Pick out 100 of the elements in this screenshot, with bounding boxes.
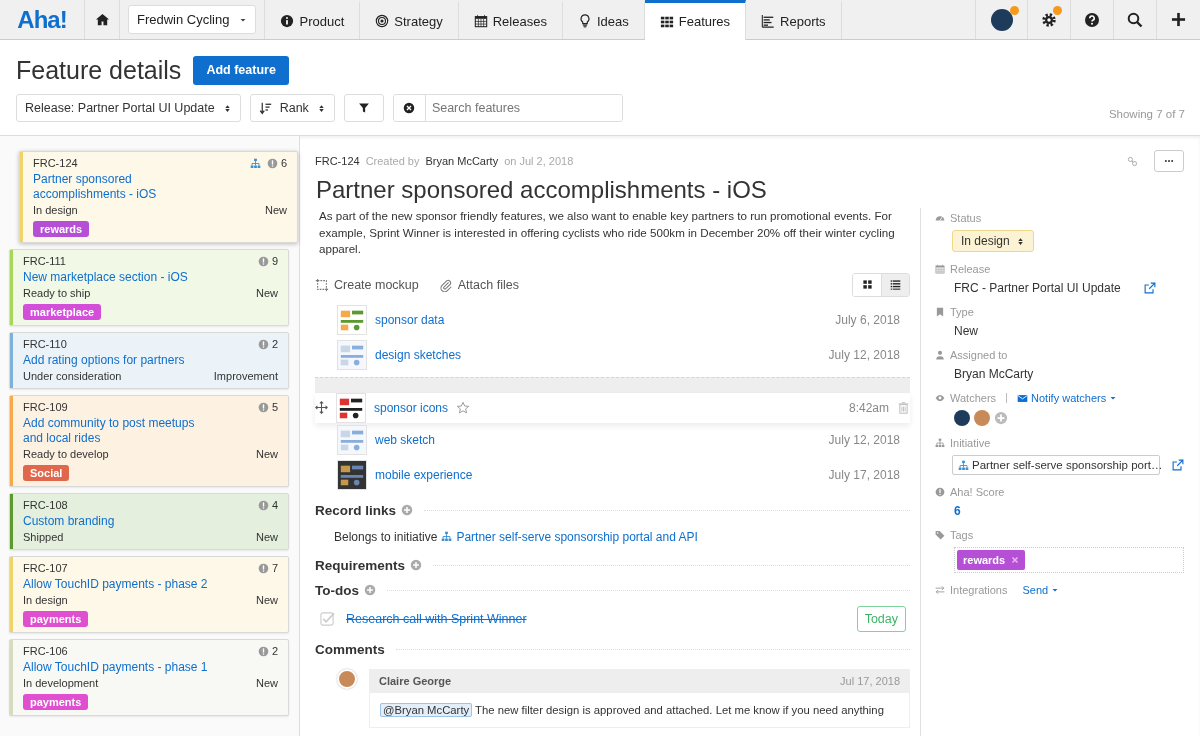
- field-label: Initiative: [950, 437, 991, 449]
- attachment-name: sponsor data: [375, 313, 445, 327]
- sort-select[interactable]: Rank: [249, 94, 335, 122]
- field-label: Watchers: [950, 392, 997, 404]
- section-heading: Record links: [315, 502, 397, 518]
- person-icon: [935, 350, 945, 360]
- reports-icon: [761, 14, 776, 28]
- tag: payments: [23, 611, 89, 627]
- feature-status: In design: [33, 203, 78, 218]
- feature-title: Allow TouchID payments - phase 2: [23, 577, 208, 592]
- add-feature-button[interactable]: Add feature: [193, 55, 289, 85]
- notification-dot: [1010, 6, 1019, 15]
- section-heading: Comments: [315, 641, 385, 657]
- grid-icon: [861, 279, 873, 290]
- feature-title: Partner sponsored accomplishments - iOS: [316, 176, 768, 204]
- plus-icon: [1171, 12, 1186, 27]
- tag: payments: [23, 694, 89, 710]
- remove-icon: [1011, 556, 1020, 564]
- feature-card[interactable]: FRC-124 6 Partner sponsored accomplishments - iOS In design New rewards: [19, 151, 298, 243]
- hier-icon: [935, 438, 945, 448]
- author-name: Bryan McCarty: [425, 155, 499, 167]
- feature-ref: FRC-109: [23, 400, 69, 414]
- create-mockup-button[interactable]: Create mockup: [315, 277, 419, 292]
- field-label: Integrations: [950, 584, 1008, 596]
- field-label: Tags: [950, 529, 974, 541]
- tags-field[interactable]: rewards: [954, 547, 1184, 573]
- field-value: Bryan McCarty: [954, 367, 1034, 381]
- nav-tab[interactable]: Ideas: [562, 0, 645, 39]
- feature-type: New: [256, 676, 278, 691]
- comment-date: Jul 17, 2018: [840, 674, 900, 687]
- score-value: 2: [271, 337, 278, 351]
- feature-title: Custom branding: [23, 514, 116, 529]
- score-value: 7: [271, 561, 278, 575]
- external-link-icon: [1172, 459, 1184, 471]
- avatar: [974, 410, 990, 426]
- initiative-link[interactable]: Partner self-serve sponsorship portal and API: [456, 529, 698, 544]
- avatar: [990, 8, 1013, 31]
- tag: rewards: [33, 221, 90, 237]
- trash-icon: [897, 401, 910, 414]
- feature-card[interactable]: FRC-107 7 Allow TouchID payments - phase 2 In design New payments: [9, 556, 289, 633]
- feature-card[interactable]: FRC-111 9 New marketplace section - iOS Ready to ship New marketplace: [9, 249, 289, 326]
- plus-icon: [401, 504, 414, 516]
- nav-tab[interactable]: Features: [644, 0, 747, 40]
- feature-type: New: [256, 286, 278, 301]
- feature-card[interactable]: FRC-109 5 Add community to post meetups and local rides Ready to develop New Social: [9, 395, 289, 487]
- feature-ref: FRC-107: [23, 561, 69, 575]
- release-select[interactable]: Release: Partner Portal UI Update: [16, 94, 241, 122]
- workspace-dropdown[interactable]: Fredwin Cycling: [128, 5, 257, 34]
- tag-icon: [935, 530, 945, 540]
- nav-tab[interactable]: Strategy: [360, 0, 459, 39]
- score-value: 9: [271, 254, 278, 268]
- arrows-icon: [935, 585, 945, 595]
- gauge-icon: [935, 213, 945, 223]
- initiative-field[interactable]: Partner self-serve sponsorship port…: [952, 455, 1160, 475]
- exclaim-icon: [935, 487, 945, 497]
- attachment-time: 8:42am: [848, 400, 889, 415]
- feature-type: New: [256, 593, 278, 608]
- calendar-icon: [935, 264, 945, 274]
- search-field[interactable]: Search features: [392, 94, 623, 122]
- tag: marketplace: [23, 304, 102, 320]
- aha-logo[interactable]: Aha!: [0, 0, 85, 39]
- todo-label[interactable]: Research call with Sprint Winner: [346, 611, 527, 626]
- link-icon: [1127, 155, 1138, 167]
- plus-icon: [364, 584, 376, 596]
- feature-card[interactable]: FRC-110 2 Add rating options for partners Under consideration Improvement: [9, 332, 289, 389]
- list-view-button[interactable]: [881, 273, 909, 296]
- score-icon: [257, 401, 269, 413]
- paperclip-icon: [438, 277, 453, 292]
- attachment-name: mobile experience: [375, 468, 473, 482]
- score-icon: [257, 255, 269, 267]
- notify-watchers-button[interactable]: Notify watchers: [1017, 392, 1118, 404]
- attachment-row[interactable]: mobile experience July 17, 2018: [315, 457, 910, 493]
- nav-tab[interactable]: Product: [265, 0, 361, 39]
- attach-files-button[interactable]: Attach files: [438, 277, 519, 292]
- sort-icon: [258, 101, 272, 115]
- notification-dot: [1053, 6, 1062, 15]
- score-icon: [257, 645, 269, 657]
- status-select[interactable]: In design: [952, 230, 1034, 252]
- send-button[interactable]: Send: [1022, 584, 1060, 596]
- attachment-row[interactable]: sponsor data July 6, 2018: [315, 302, 910, 338]
- clear-search-button[interactable]: [393, 95, 426, 121]
- nav-tab[interactable]: Reports: [746, 0, 842, 39]
- nav-tab[interactable]: Releases: [458, 0, 563, 39]
- attachment-row[interactable]: design sketches July 12, 2018: [315, 337, 910, 373]
- score-value: 5: [271, 400, 278, 414]
- tag: rewards: [957, 550, 1026, 570]
- feature-ref: FRC-111: [23, 254, 67, 268]
- filter-button[interactable]: [343, 94, 384, 122]
- feature-title: New marketplace section - iOS: [23, 270, 189, 285]
- home-icon: [94, 12, 110, 27]
- dragged-attachment[interactable]: sponsor icons 8:42am: [315, 392, 910, 423]
- feature-title: Allow TouchID payments - phase 1: [23, 660, 208, 675]
- attachment-row[interactable]: web sketch July 12, 2018: [315, 422, 910, 458]
- hierarchy-icon: [958, 459, 969, 471]
- feature-type: New: [256, 530, 278, 545]
- feature-ref: FRC-124: [315, 155, 360, 167]
- plus-icon: [410, 559, 423, 571]
- attachment-date: July 17, 2018: [828, 468, 900, 482]
- feature-card[interactable]: FRC-108 4 Custom branding Shipped New: [9, 493, 289, 550]
- feature-card[interactable]: FRC-106 2 Allow TouchID payments - phase 1 In development New payments: [9, 639, 289, 716]
